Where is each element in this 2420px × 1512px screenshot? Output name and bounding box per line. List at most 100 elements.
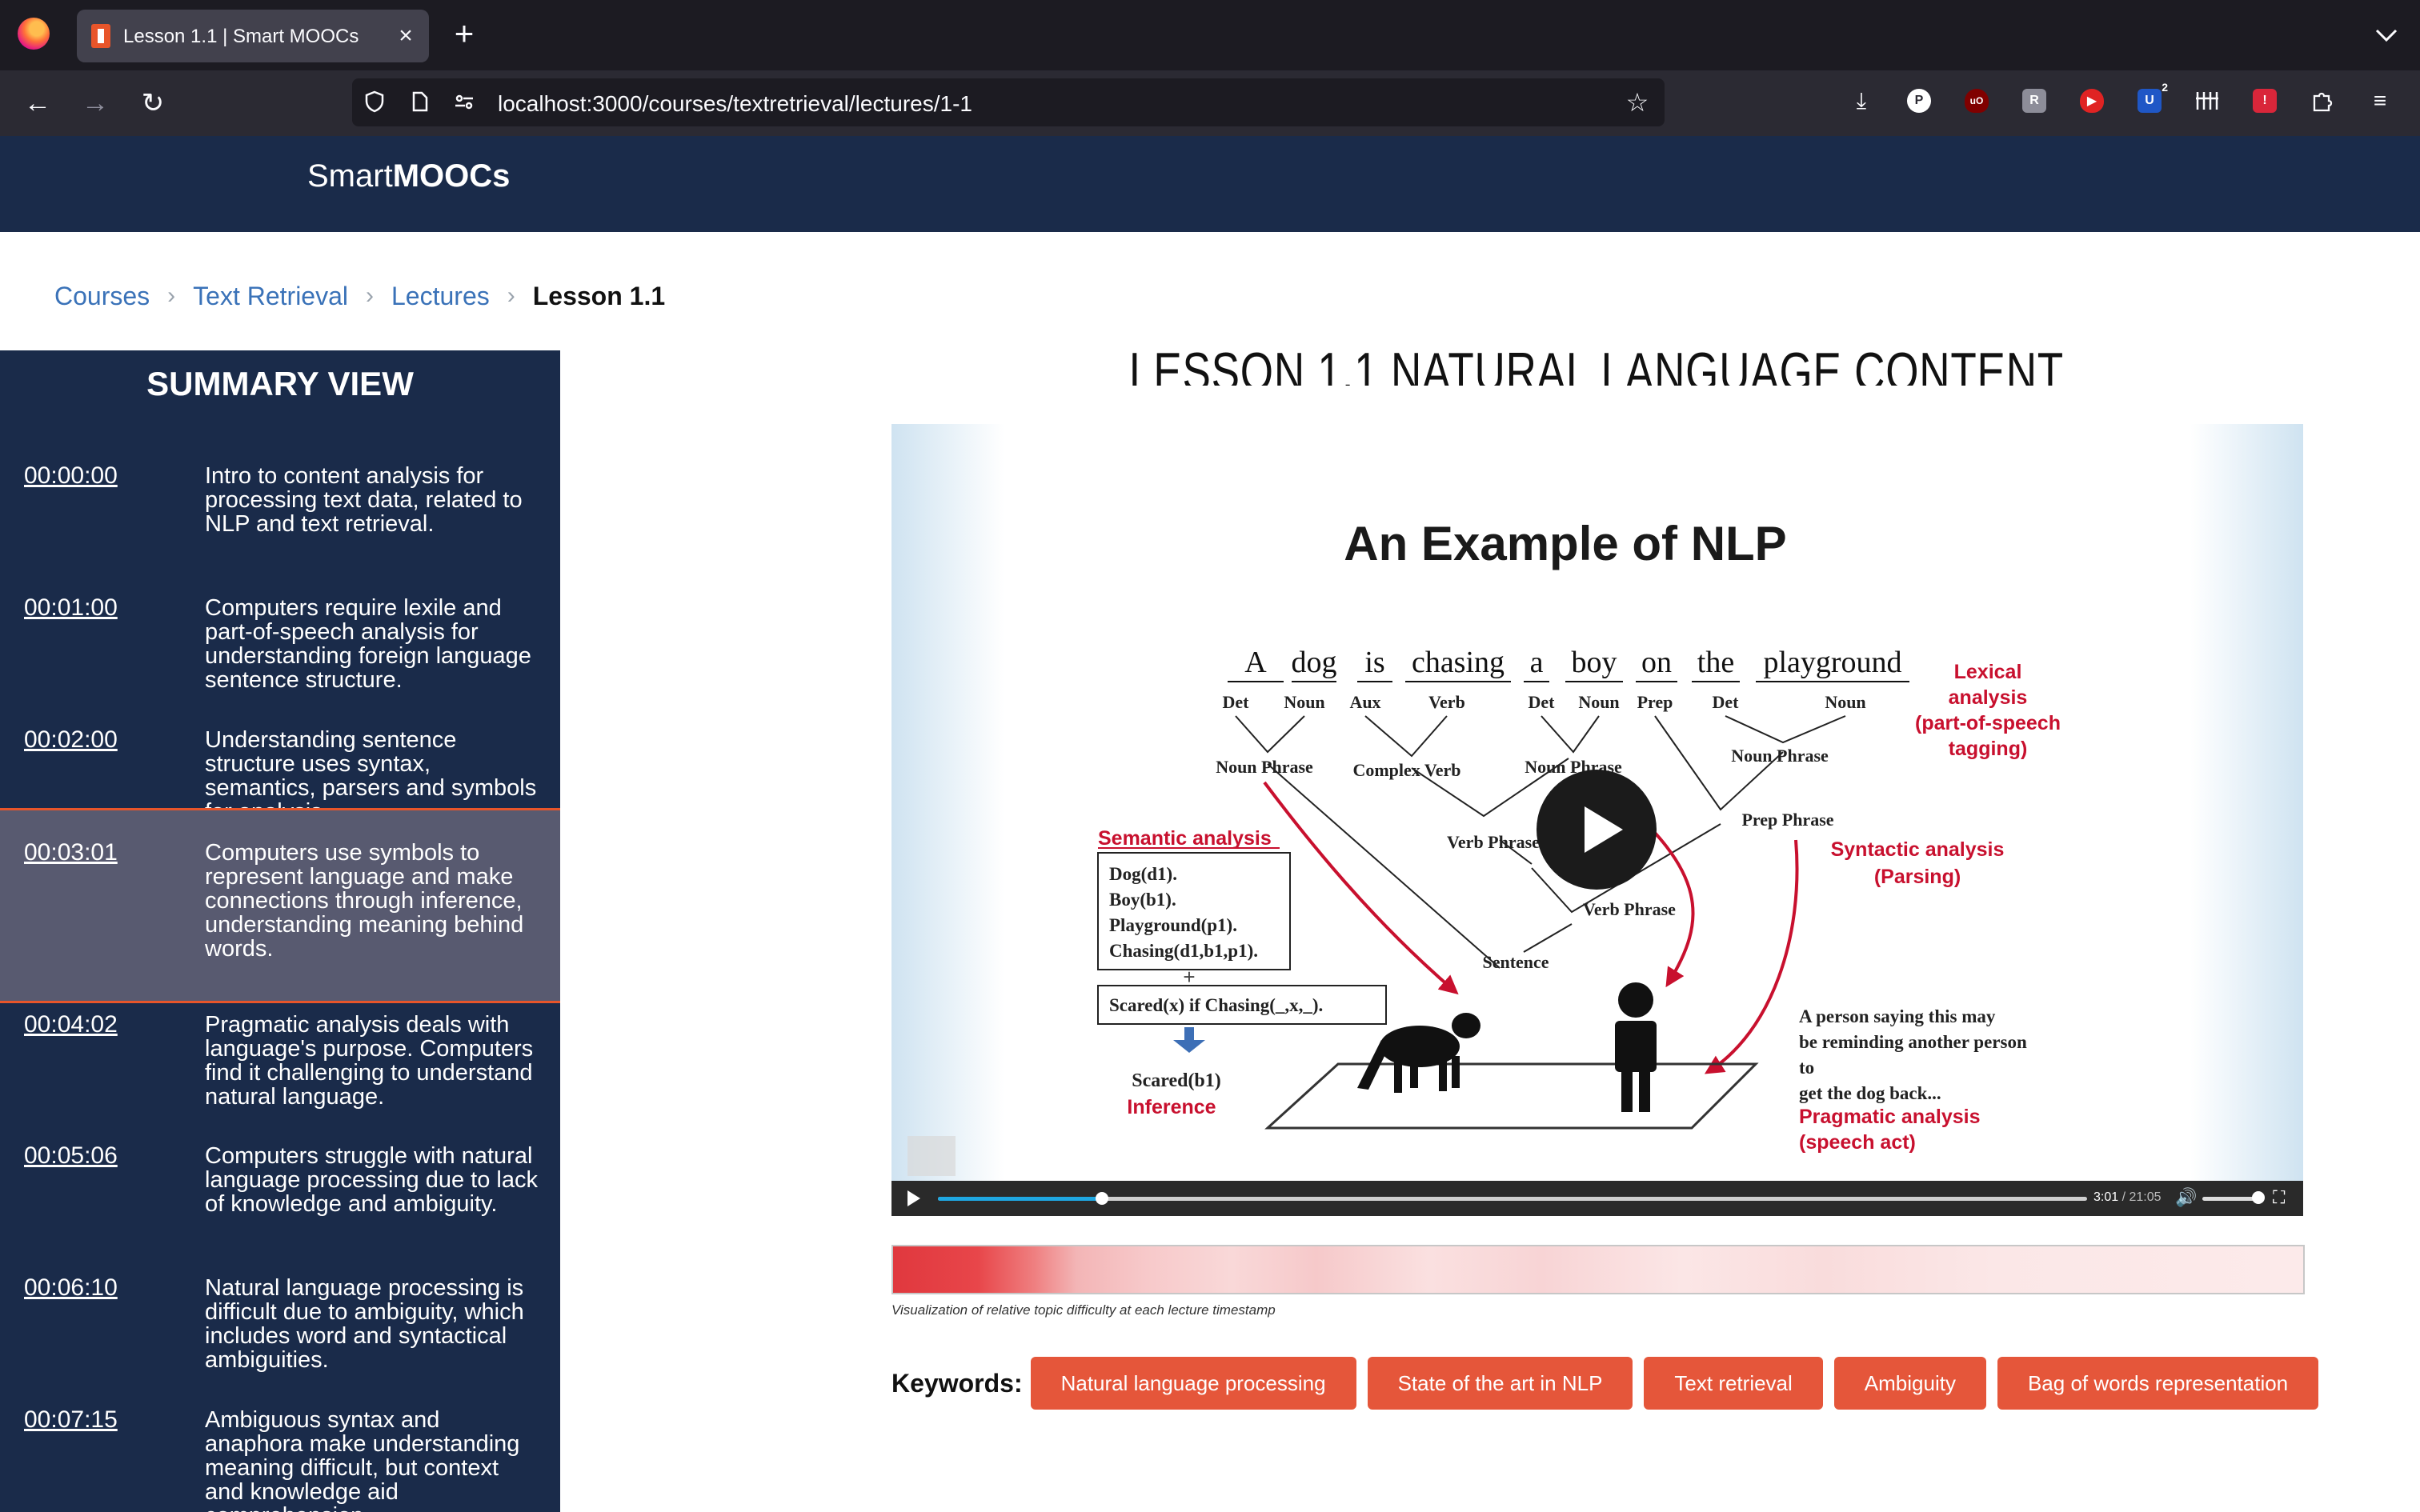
- summary-text: Intro to content analysis for processing…: [205, 463, 523, 537]
- keyword-tag[interactable]: Text retrieval: [1644, 1357, 1823, 1410]
- summary-entry-active[interactable]: 00:03:01 Computers use symbols to repres…: [0, 808, 560, 1003]
- extension-badge-count: 2: [2162, 81, 2168, 94]
- extensions-puzzle-icon[interactable]: [2306, 85, 2338, 117]
- slide-phrase-label: Sentence: [1482, 952, 1549, 972]
- extension-flag-icon[interactable]: !: [2249, 85, 2281, 117]
- keywords-label: Keywords:: [891, 1368, 1023, 1398]
- slide-semantic-fact: Chasing(d1,b1,p1).: [1109, 941, 1258, 961]
- summary-timestamp-link[interactable]: 00:04:02: [24, 1011, 118, 1038]
- fullscreen-icon[interactable]: ⛶: [2273, 1187, 2285, 1208]
- slide-rule: Scared(x) if Chasing(_,x,_).: [1109, 995, 1323, 1015]
- forward-arrow-icon[interactable]: →: [77, 85, 114, 122]
- summary-sidebar: SUMMARY VIEW 00:00:00 Intro to content a…: [0, 350, 560, 1512]
- slide-word: a: [1530, 646, 1544, 679]
- slide-lexical-label: tagging): [1949, 738, 2028, 760]
- keyword-tag[interactable]: State of the art in NLP: [1367, 1357, 1633, 1410]
- browser-tab[interactable]: Lesson 1.1 | Smart MOOCs ×: [77, 10, 429, 62]
- extension-p-icon[interactable]: P: [1903, 85, 1935, 117]
- slide-pragmatic-text: get the dog back...: [1799, 1083, 1941, 1103]
- seek-handle[interactable]: [1096, 1192, 1109, 1205]
- slide-pos-tag: Aux: [1349, 692, 1380, 712]
- volume-slider[interactable]: [2202, 1197, 2258, 1201]
- summary-entry[interactable]: 00:01:00 Computers require lexile and pa…: [0, 594, 560, 714]
- bookmark-star-icon[interactable]: ☆: [1623, 88, 1652, 117]
- slide-phrase-label: Verb Phrase: [1447, 832, 1540, 852]
- summary-entry[interactable]: 00:00:00 Intro to content analysis for p…: [0, 462, 560, 582]
- slide-pos-tag: Verb: [1428, 692, 1465, 712]
- summary-timestamp-link[interactable]: 00:05:06: [24, 1142, 118, 1170]
- breadcrumb-courses[interactable]: Courses: [54, 282, 150, 311]
- summary-entry[interactable]: 00:06:10 Natural language processing is …: [0, 1274, 560, 1394]
- hamburger-menu-icon[interactable]: ≡: [2364, 85, 2396, 117]
- youtube-extension-icon[interactable]: ▶: [2076, 85, 2108, 117]
- back-arrow-icon[interactable]: ←: [19, 85, 56, 122]
- summary-timestamp-link[interactable]: 00:03:01: [24, 839, 118, 866]
- seek-bar[interactable]: [938, 1192, 2087, 1205]
- slide-word: on: [1641, 646, 1672, 679]
- summary-text: Computers require lexile and part-of-spe…: [205, 595, 531, 693]
- summary-timestamp-link[interactable]: 00:01:00: [24, 594, 118, 622]
- page-info-icon[interactable]: [407, 90, 432, 115]
- site-favicon-icon: [91, 24, 110, 48]
- slide-phrase-label: Complex Verb: [1352, 760, 1460, 780]
- summary-entry[interactable]: 00:07:15 Ambiguous syntax and anaphora m…: [0, 1406, 560, 1512]
- breadcrumb-text-retrieval[interactable]: Text Retrieval: [193, 282, 348, 311]
- shield-icon[interactable]: [362, 90, 387, 115]
- ublock-icon[interactable]: uO: [1961, 85, 1993, 117]
- site-header: SmartMOOCs: [0, 136, 2420, 232]
- slide-word: boy: [1572, 646, 1617, 679]
- slide-word: the: [1697, 646, 1734, 679]
- tab-list-chevron-icon[interactable]: [2369, 18, 2404, 53]
- play-icon[interactable]: [908, 1190, 920, 1206]
- keyword-tag[interactable]: Ambiguity: [1833, 1357, 1986, 1410]
- summary-timestamp-link[interactable]: 00:07:15: [24, 1406, 118, 1434]
- slide-pragmatic-label: Pragmatic analysis: [1799, 1106, 1981, 1128]
- summary-timestamp-link[interactable]: 00:06:10: [24, 1274, 118, 1302]
- summary-text: Ambiguous syntax and anaphora make under…: [205, 1407, 520, 1512]
- difficulty-heatmap[interactable]: [891, 1245, 2305, 1294]
- slide-pragmatic-text: A person saying this may: [1799, 1006, 1996, 1026]
- permissions-icon[interactable]: [451, 90, 477, 115]
- slide-pos-tag: Det: [1713, 692, 1740, 712]
- breadcrumb-chevron-icon: ›: [167, 282, 176, 309]
- summary-entry[interactable]: 00:04:02 Pragmatic analysis deals with l…: [0, 1011, 560, 1131]
- volume-handle[interactable]: [2252, 1191, 2265, 1204]
- extension-u-icon[interactable]: U 2: [2134, 81, 2168, 117]
- extension-grid-icon[interactable]: [2191, 85, 2223, 117]
- seek-progress: [938, 1197, 1103, 1201]
- site-logo[interactable]: SmartMOOCs: [307, 158, 510, 194]
- summary-text: Natural language processing is difficult…: [205, 1275, 524, 1373]
- slide-word: A: [1244, 646, 1267, 679]
- slide-word: chasing: [1412, 646, 1504, 679]
- summary-entry[interactable]: 00:05:06 Computers struggle with natural…: [0, 1142, 560, 1262]
- video-player[interactable]: An Example of NLP A dog is chasing a boy…: [891, 424, 2303, 1216]
- summary-timestamp-link[interactable]: 00:02:00: [24, 726, 118, 754]
- volume-icon[interactable]: 🔊: [2175, 1187, 2197, 1208]
- summary-text: Computers use symbols to represent langu…: [205, 840, 524, 962]
- address-bar[interactable]: localhost:3000/courses/textretrieval/lec…: [352, 78, 1665, 126]
- summary-text: Pragmatic analysis deals with language's…: [205, 1012, 534, 1110]
- breadcrumb-chevron-icon: ›: [366, 282, 374, 309]
- breadcrumb-lectures[interactable]: Lectures: [391, 282, 490, 311]
- breadcrumb-chevron-icon: ›: [507, 282, 515, 309]
- duration: 21:05: [2129, 1190, 2162, 1204]
- big-play-button[interactable]: [1537, 770, 1657, 890]
- keywords-row: Keywords: Natural language processing St…: [891, 1357, 2330, 1410]
- new-tab-icon[interactable]: +: [445, 16, 483, 54]
- slide-pos-tag: Noun: [1578, 692, 1619, 712]
- slide-title: An Example of NLP: [1344, 517, 1786, 570]
- extension-r-icon[interactable]: R: [2018, 85, 2050, 117]
- slide-pragmatic-text: to: [1799, 1058, 1814, 1078]
- slide-pos-tag: Det: [1529, 692, 1556, 712]
- reload-icon[interactable]: ↻: [134, 85, 171, 122]
- current-time: 3:01: [2093, 1190, 2119, 1204]
- slide-word: dog: [1292, 646, 1337, 679]
- downloads-icon[interactable]: ⤓: [1845, 85, 1877, 117]
- close-tab-icon[interactable]: ×: [391, 21, 421, 51]
- slide-phrase-label: Noun Phrase: [1216, 757, 1313, 777]
- slide-semantic-fact: Dog(d1).: [1109, 864, 1177, 884]
- keyword-tag[interactable]: Natural language processing: [1030, 1357, 1356, 1410]
- keyword-tag[interactable]: Bag of words representation: [1997, 1357, 2319, 1410]
- summary-timestamp-link[interactable]: 00:00:00: [24, 462, 118, 490]
- slide-lexical-label: (part-of-speech: [1915, 712, 2061, 734]
